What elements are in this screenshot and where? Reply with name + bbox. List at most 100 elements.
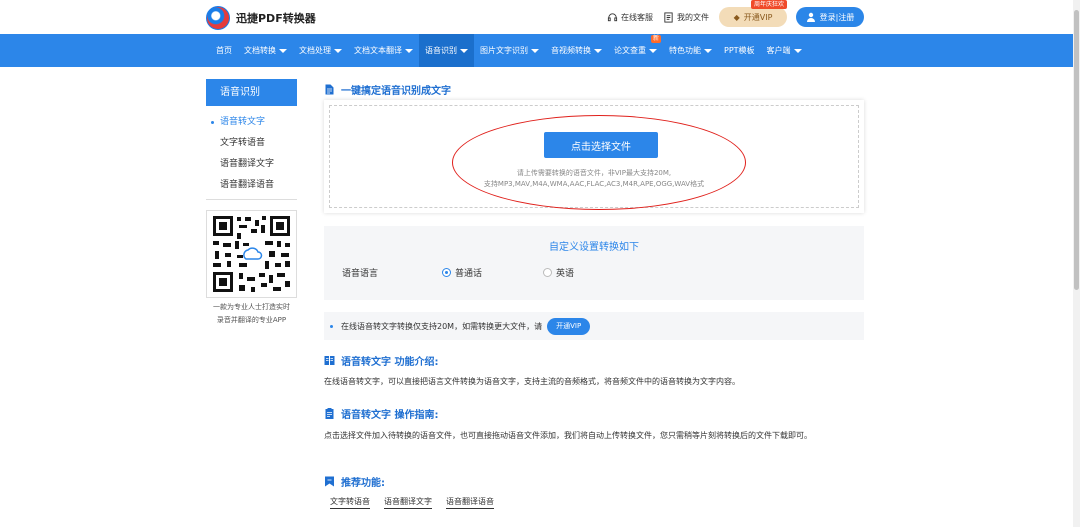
radio-checked-icon xyxy=(442,268,451,277)
intro-title-text: 语音转文字 功能介绍: xyxy=(341,357,439,368)
upload-tip-line2: 支持MP3,MAV,M4A,WMA,AAC,FLAC,AC3,M4R,APE,O… xyxy=(483,180,705,188)
file-icon xyxy=(664,11,673,23)
sidebar-title: 语音识别 xyxy=(206,79,297,106)
nav-item-0[interactable]: 首页 xyxy=(210,34,238,67)
nav-item-7[interactable]: 论文查重新 xyxy=(608,34,663,67)
upload-dropzone[interactable]: 点击选择文件 请上传需要转换的语音文件，非VIP最大支持20M, 支持MP3,M… xyxy=(329,105,859,208)
my-files-label: 我的文件 xyxy=(677,12,709,22)
book-icon xyxy=(324,356,335,365)
scrollbar-thumb[interactable] xyxy=(1074,10,1079,290)
bullet-icon xyxy=(330,324,333,328)
nav-item-label: 首页 xyxy=(216,46,232,55)
radio-unchecked-icon xyxy=(543,268,552,277)
radio-mandarin-label: 普通话 xyxy=(455,269,483,279)
nav-items: 首页 文档转换 文档处理 文档文本翻译 语音识别 图片文字识别 音视频转换 论文查重新特色功能… xyxy=(210,34,808,67)
radio-english-label: 英语 xyxy=(556,269,575,279)
nav-item-3[interactable]: 文档文本翻译 xyxy=(348,34,419,67)
intro-text: 在线语音转文字，可以直接把语言文件转换为语音文字，支持主流的音频格式，将音频文件… xyxy=(324,377,740,386)
nav-item-label: 文档转换 xyxy=(244,46,276,55)
nav-item-label: 音视频转换 xyxy=(551,46,591,55)
recommend-link-text-to-speech[interactable]: 文字转语音 xyxy=(330,496,370,509)
user-icon xyxy=(806,12,815,22)
intro-title: 语音转文字 功能介绍: xyxy=(324,353,438,368)
caret-down-icon xyxy=(334,48,342,53)
nav-item-6[interactable]: 音视频转换 xyxy=(545,34,608,67)
top-header: 迅捷PDF转换器 在线客服 我的文件 周年庆狂欢 ◆ 开通VIP 登录|注册 xyxy=(0,0,1080,34)
guide-text: 点击选择文件加入待转换的语音文件，也可直接拖动语音文件添加，我们将自动上传转换文… xyxy=(324,431,812,440)
qr-code-icon xyxy=(207,211,296,297)
qr-caption: 一款为专业人士打造实时 录音并翻译的专业APP xyxy=(201,301,302,327)
my-files-link[interactable]: 我的文件 xyxy=(663,11,709,23)
sidebar-item-text-to-speech[interactable]: 文字转语音 xyxy=(206,133,297,154)
bookmark-icon xyxy=(325,476,334,487)
caret-down-icon xyxy=(405,48,413,53)
language-label: 语音语言 xyxy=(342,269,379,279)
nav-item-1[interactable]: 文档转换 xyxy=(238,34,293,67)
caret-down-icon xyxy=(793,48,802,53)
vip-label: 开通VIP xyxy=(743,12,773,22)
guide-title-text: 语音转文字 操作指南: xyxy=(341,410,439,421)
clipboard-icon xyxy=(325,408,334,419)
new-badge: 新 xyxy=(650,35,661,43)
vip-button[interactable]: 周年庆狂欢 ◆ 开通VIP xyxy=(719,0,787,27)
nav-item-5[interactable]: 图片文字识别 xyxy=(474,34,545,67)
vip-promo-tag: 周年庆狂欢 xyxy=(750,0,787,9)
nav-item-2[interactable]: 文档处理 xyxy=(293,34,348,67)
logo-text: 迅捷PDF转换器 xyxy=(236,12,316,25)
login-label: 登录|注册 xyxy=(819,12,855,22)
diamond-icon: ◆ xyxy=(733,12,740,22)
recommend-title: 推荐功能: xyxy=(324,474,385,489)
size-notice: 在线语音转文字转换仅支持20M，如需转换更大文件，请 开通VIP xyxy=(324,312,864,340)
nav-item-label: 文档处理 xyxy=(299,46,331,55)
main-nav: 首页 文档转换 文档处理 文档文本翻译 语音识别 图片文字识别 音视频转换 论文查重新特色功能… xyxy=(0,34,1080,67)
customer-service-link[interactable]: 在线客服 xyxy=(607,12,653,23)
caret-down-icon xyxy=(704,48,712,53)
nav-item-10[interactable]: 客户端 xyxy=(761,34,808,67)
logo-icon xyxy=(206,6,230,30)
nav-item-label: 客户端 xyxy=(766,46,791,55)
main-title: 一键搞定语音识别成文字 xyxy=(324,82,451,97)
recommend-title-text: 推荐功能: xyxy=(341,478,385,489)
radio-mandarin[interactable]: 普通话 xyxy=(442,266,482,279)
sidebar-item-speech-translate-speech[interactable]: 语音翻译语音 xyxy=(206,175,297,196)
caret-down-icon xyxy=(279,48,287,53)
recommend-links: 文字转语音 语音翻译文字 语音翻译语音 xyxy=(330,496,508,509)
caret-down-icon xyxy=(649,48,657,53)
headset-icon xyxy=(607,12,618,21)
notice-text: 在线语音转文字转换仅支持20M，如需转换更大文件，请 xyxy=(341,321,543,331)
sidebar-item-speech-to-text[interactable]: 语音转文字 xyxy=(206,112,297,133)
qr-code xyxy=(206,210,297,298)
guide-title: 语音转文字 操作指南: xyxy=(324,406,438,421)
qr-caption-line2: 录音并翻译的专业APP xyxy=(216,316,287,324)
caret-down-icon xyxy=(594,48,602,53)
customer-service-label: 在线客服 xyxy=(621,12,653,22)
recommend-link-speech-translate-speech[interactable]: 语音翻译语音 xyxy=(446,496,494,509)
login-button[interactable]: 登录|注册 xyxy=(796,7,864,27)
choose-file-button[interactable]: 点击选择文件 xyxy=(544,132,658,158)
nav-item-label: 语音识别 xyxy=(425,46,457,55)
notice-vip-button[interactable]: 开通VIP xyxy=(547,317,591,335)
upload-tip-line1: 请上传需要转换的语音文件，非VIP最大支持20M, xyxy=(516,169,672,177)
header-actions: 在线客服 我的文件 周年庆狂欢 ◆ 开通VIP 登录|注册 xyxy=(597,0,864,27)
caret-down-icon xyxy=(531,48,539,53)
nav-item-label: 论文查重 xyxy=(614,46,646,55)
radio-english[interactable]: 英语 xyxy=(543,266,574,279)
page-scrollbar[interactable] xyxy=(1073,0,1080,527)
sidebar-item-speech-translate-text[interactable]: 语音翻译文字 xyxy=(206,154,297,175)
nav-item-label: 文档文本翻译 xyxy=(354,46,402,55)
nav-item-label: PPT模板 xyxy=(724,46,755,55)
upload-area[interactable]: 点击选择文件 请上传需要转换的语音文件，非VIP最大支持20M, 支持MP3,M… xyxy=(324,100,864,213)
qr-caption-line1: 一款为专业人士打造实时 xyxy=(213,303,290,311)
logo[interactable]: 迅捷PDF转换器 xyxy=(206,6,316,30)
settings-title: 自定义设置转换如下 xyxy=(549,242,639,253)
nav-item-8[interactable]: 特色功能 xyxy=(663,34,718,67)
nav-item-label: 图片文字识别 xyxy=(480,46,528,55)
nav-item-4[interactable]: 语音识别 xyxy=(419,34,474,67)
nav-item-9[interactable]: PPT模板 xyxy=(718,34,761,67)
recommend-link-speech-translate-text[interactable]: 语音翻译文字 xyxy=(384,496,432,509)
caret-down-icon xyxy=(460,48,468,53)
nav-item-label: 特色功能 xyxy=(669,46,701,55)
main-title-text: 一键搞定语音识别成文字 xyxy=(341,86,451,97)
document-icon xyxy=(325,84,334,95)
conversion-settings: 自定义设置转换如下 语音语言 普通话 英语 xyxy=(324,226,864,300)
